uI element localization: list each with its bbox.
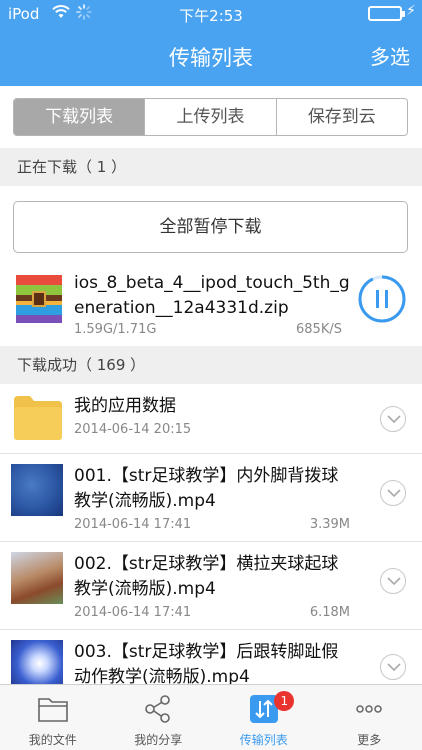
transfer-badge: 1: [274, 691, 295, 711]
list-item[interactable]: 003.【str足球教学】后跟转脚趾假动作教学(流畅版).mp4: [0, 630, 422, 692]
status-time: 下午2:53: [179, 7, 243, 25]
list-item[interactable]: 001.【str足球教学】内外脚背拨球教学(流畅版).mp4 2014-06-1…: [0, 454, 422, 542]
tab-label: 传输列表: [239, 733, 288, 747]
tab-transfer-list[interactable]: 1 传输列表: [211, 685, 317, 750]
item-name: 我的应用数据: [74, 396, 176, 416]
chevron-down-icon[interactable]: [380, 480, 406, 506]
downloading-item[interactable]: ios_8_beta_4__ipod_touch_5th_generation_…: [0, 262, 422, 346]
video-thumbnail: [11, 552, 63, 604]
tab-my-files[interactable]: 我的文件: [0, 685, 106, 750]
item-date: 2014-06-14 17:41: [74, 517, 192, 532]
segment-download-list[interactable]: 下载列表: [14, 99, 146, 135]
list-item[interactable]: 002.【str足球教学】横拉夹球起球教学(流畅版).mp4 2014-06-1…: [0, 542, 422, 630]
tab-more[interactable]: 更多: [317, 685, 422, 750]
download-size: 1.59G/1.71G: [74, 322, 157, 337]
item-size: 3.39M: [309, 517, 350, 532]
pause-all-button[interactable]: 全部暂停下载: [13, 201, 408, 253]
navigation-bar: 传输列表 多选: [0, 28, 422, 86]
chevron-down-icon[interactable]: [380, 406, 406, 432]
download-speed: 685K/S: [296, 322, 342, 337]
status-bar: iPod 下午2:53 ⚡: [0, 0, 422, 28]
tab-bar: 我的文件 我的分享 1 传输列表 更多: [0, 684, 422, 750]
battery-icon: [368, 6, 405, 21]
pause-download-button[interactable]: [357, 274, 407, 324]
folder-outline-icon: [37, 698, 68, 722]
multi-select-button[interactable]: 多选: [370, 41, 410, 70]
zip-archive-icon: [16, 275, 62, 323]
item-name: 001.【str足球教学】内外脚背拨球教学(流畅版).mp4: [74, 466, 339, 511]
list-item[interactable]: 我的应用数据 2014-06-14 20:15: [0, 384, 422, 454]
segment-upload-list[interactable]: 上传列表: [145, 99, 277, 135]
more-icon: [356, 705, 382, 713]
charging-icon: ⚡: [406, 3, 416, 19]
tab-label: 我的分享: [134, 733, 183, 747]
page-title: 传输列表: [169, 46, 253, 70]
item-size: 6.18M: [309, 605, 350, 620]
chevron-down-icon[interactable]: [380, 568, 406, 594]
segmented-control: 下载列表 上传列表 保存到云: [13, 98, 408, 136]
tab-my-shares[interactable]: 我的分享: [106, 685, 212, 750]
segment-save-to-cloud[interactable]: 保存到云: [276, 99, 407, 135]
item-date: 2014-06-14 17:41: [74, 605, 192, 620]
pause-icon: [376, 290, 379, 308]
folder-icon: [14, 396, 62, 440]
chevron-down-icon[interactable]: [380, 654, 406, 680]
segment-area: 下载列表 上传列表 保存到云: [0, 86, 422, 148]
downloading-section-header: 正在下载（ 1 ）: [0, 148, 422, 186]
item-name: 003.【str足球教学】后跟转脚趾假动作教学(流畅版).mp4: [74, 642, 339, 687]
completed-section-header: 下载成功（ 169 ）: [0, 346, 422, 384]
item-date: 2014-06-14 20:15: [74, 422, 192, 437]
tab-label: 更多: [357, 733, 382, 747]
share-icon: [145, 695, 171, 723]
download-file-name: ios_8_beta_4__ipod_touch_5th_generation_…: [74, 273, 350, 318]
tab-label: 我的文件: [28, 733, 77, 747]
item-name: 002.【str足球教学】横拉夹球起球教学(流畅版).mp4: [74, 554, 339, 599]
video-thumbnail: [11, 464, 63, 516]
